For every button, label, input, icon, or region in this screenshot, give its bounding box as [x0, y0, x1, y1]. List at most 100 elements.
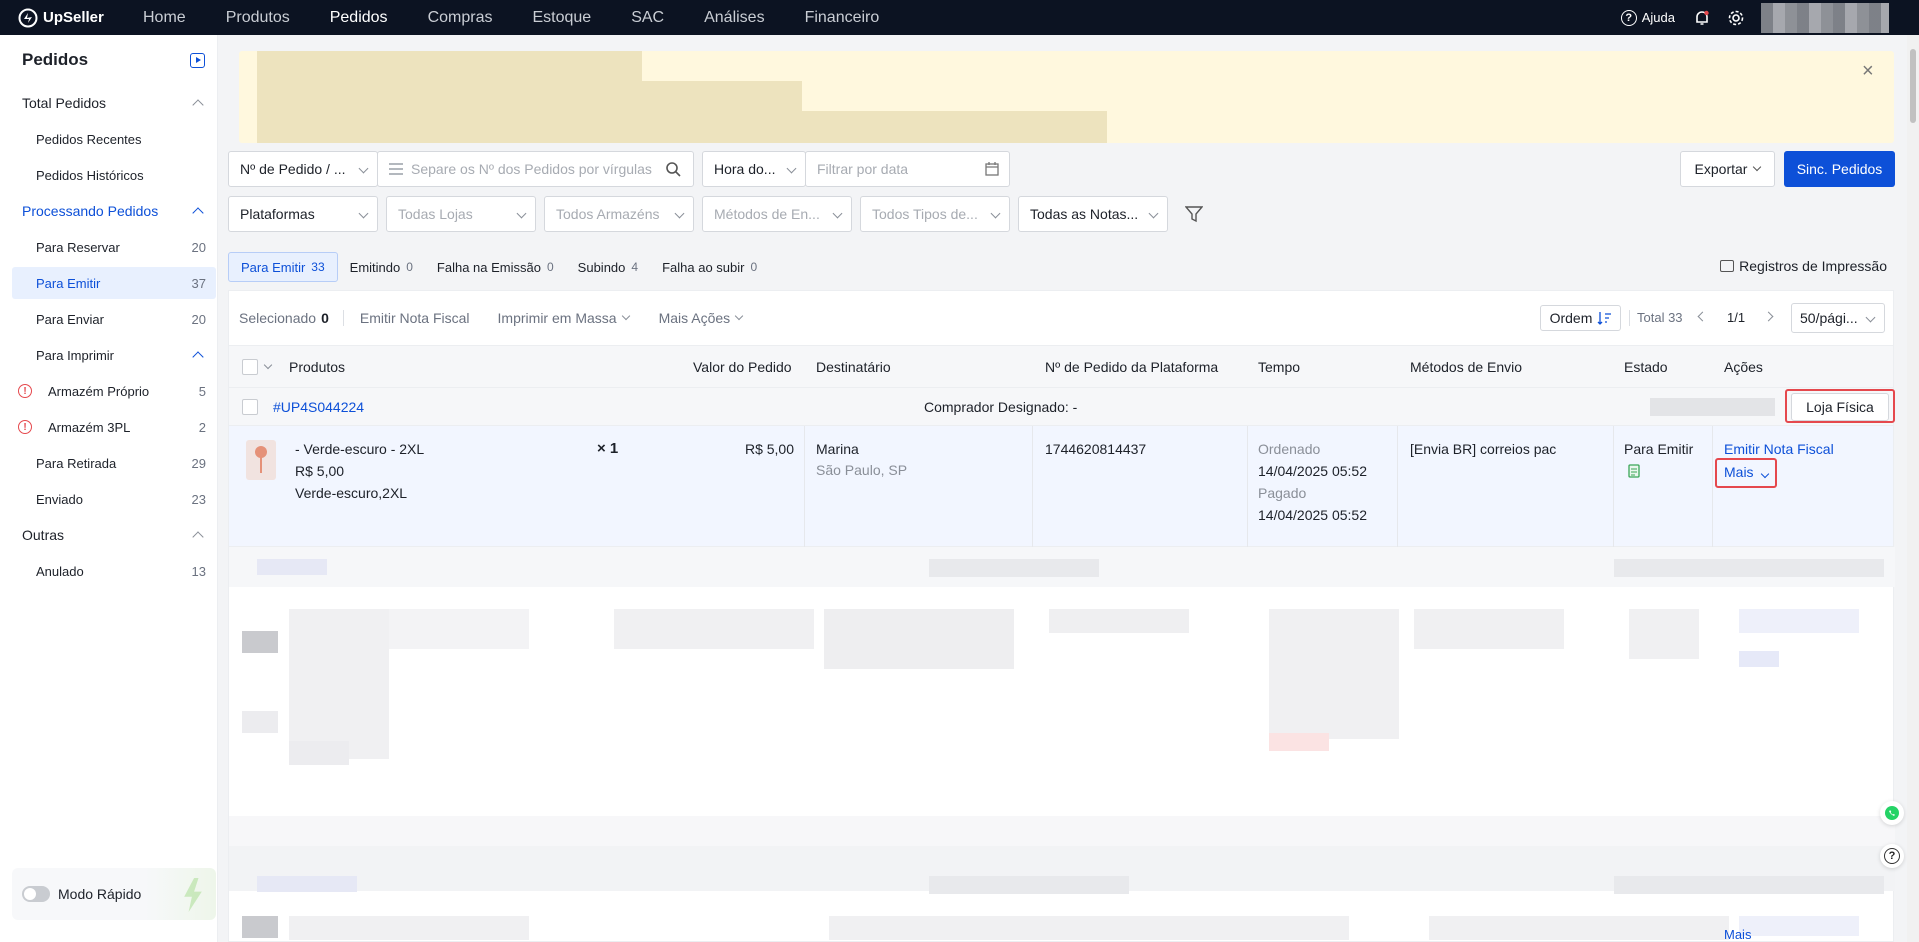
page-size-select[interactable]: 50/pági... — [1791, 303, 1885, 333]
quick-mode-toggle[interactable] — [22, 886, 50, 902]
nav-pedidos[interactable]: Pedidos — [330, 9, 388, 27]
chevron-down-icon — [990, 208, 1001, 219]
print-log-label: Registros de Impressão — [1739, 258, 1887, 274]
stores-select[interactable]: Todas Lojas — [386, 196, 536, 232]
whatsapp-icon[interactable] — [1880, 801, 1904, 825]
nav-home[interactable]: Home — [143, 9, 186, 27]
chevron-down-icon — [734, 311, 744, 321]
help-float-icon[interactable]: ? — [1880, 844, 1904, 868]
nav-analises[interactable]: Análises — [704, 9, 764, 27]
brand[interactable]: UpSeller — [18, 8, 126, 28]
select-value: Todas Lojas — [398, 206, 473, 222]
more-actions-button[interactable]: Mais Ações — [659, 310, 731, 326]
product-thumbnail[interactable] — [246, 440, 276, 480]
filter-icon[interactable] — [1185, 205, 1203, 223]
sidebar-group-outras[interactable]: Outras — [0, 519, 216, 551]
col-tempo: Tempo — [1258, 359, 1301, 375]
sidebar-item-para-retirada[interactable]: Para Retirada 29 — [0, 447, 216, 479]
col-acoes: Ações — [1724, 359, 1763, 375]
print-log-link[interactable]: Registros de Impressão — [1720, 258, 1887, 274]
sidebar-item-count: 20 — [191, 311, 206, 327]
sidebar-item-label: Para Reservar — [36, 239, 120, 255]
order-label: Ordem — [1549, 310, 1593, 326]
sidebar-item-count: 2 — [198, 419, 206, 435]
more-actions-link-2[interactable]: Mais — [1724, 927, 1751, 942]
prev-page-icon[interactable] — [1697, 311, 1708, 322]
question-icon: ? — [1884, 848, 1900, 864]
tab-count: 4 — [631, 260, 639, 274]
order-sort-button[interactable]: Ordem — [1540, 305, 1621, 331]
issue-invoice-button[interactable]: Emitir Nota Fiscal — [360, 310, 470, 326]
sidebar-item-para-reservar[interactable]: Para Reservar 20 — [0, 231, 216, 263]
order-status: Para Emitir — [1624, 441, 1694, 457]
sidebar-group-processing[interactable]: Processando Pedidos — [0, 195, 216, 227]
sync-orders-button[interactable]: Sinc. Pedidos — [1784, 151, 1895, 187]
issue-invoice-link[interactable]: Emitir Nota Fiscal — [1724, 439, 1834, 459]
question-icon: ? — [1620, 9, 1637, 26]
bulk-print-button[interactable]: Imprimir em Massa — [498, 310, 617, 326]
tab-falha-emissao[interactable]: Falha na Emissão 0 — [425, 252, 566, 282]
sidebar-group-total[interactable]: Total Pedidos — [0, 87, 216, 119]
sidebar-item-recent[interactable]: Pedidos Recentes — [0, 123, 216, 155]
date-filter-input[interactable]: Filtrar por data — [805, 151, 1010, 187]
upseller-logo-icon — [18, 8, 38, 27]
document-icon[interactable] — [1628, 464, 1640, 478]
sidebar-item-para-emitir[interactable]: Para Emitir 37 — [12, 267, 216, 299]
col-valor: Valor do Pedido — [693, 359, 792, 375]
order-value: R$ 5,00 — [744, 441, 794, 457]
tab-label: Subindo — [577, 259, 626, 275]
platforms-select[interactable]: Plataformas — [228, 196, 378, 232]
sidebar-item-armazem-3pl[interactable]: ! Armazém 3PL 2 — [0, 411, 216, 443]
col-produtos: Produtos — [289, 359, 346, 375]
bell-icon[interactable] — [1693, 9, 1711, 27]
notes-select[interactable]: Todas as Notas... — [1018, 196, 1168, 232]
table-toolbar: Selecionado 0 Emitir Nota Fiscal Imprimi… — [229, 291, 1893, 346]
types-select[interactable]: Todos Tipos de... — [860, 196, 1010, 232]
close-icon[interactable]: × — [1862, 61, 1878, 81]
sidebar-item-enviado[interactable]: Enviado 23 — [0, 483, 216, 515]
recipient-name: Marina — [816, 441, 859, 457]
sidebar-item-history[interactable]: Pedidos Históricos — [0, 159, 216, 191]
time-type-select[interactable]: Hora do... — [702, 151, 806, 187]
tab-para-emitir[interactable]: Para Emitir 33 — [228, 252, 338, 282]
more-highlight — [1715, 458, 1777, 488]
tab-subindo[interactable]: Subindo 4 — [566, 252, 650, 282]
sidebar-item-para-imprimir[interactable]: Para Imprimir — [0, 339, 216, 371]
sidebar-item-label: Pedidos Recentes — [36, 131, 142, 147]
page-scrollbar[interactable] — [1907, 35, 1919, 942]
select-all-checkbox[interactable] — [242, 347, 273, 387]
collapse-sidebar-icon[interactable] — [190, 53, 205, 68]
user-menu[interactable] — [1761, 2, 1889, 33]
col-metodos-envio: Métodos de Envio — [1410, 359, 1523, 375]
order-id-link[interactable]: #UP4S044224 — [273, 397, 364, 417]
help-button[interactable]: ? Ajuda — [1620, 9, 1675, 26]
export-button[interactable]: Exportar — [1680, 151, 1775, 187]
warehouses-select[interactable]: Todos Armazéns — [544, 196, 694, 232]
nav-compras[interactable]: Compras — [428, 9, 493, 27]
nav-sac[interactable]: SAC — [631, 9, 664, 27]
order-search-input[interactable]: Separe os Nº dos Pedidos por vírgulas — [377, 151, 694, 187]
sidebar-item-armazem-proprio[interactable]: ! Armazém Próprio 5 — [0, 375, 216, 407]
chevron-down-icon — [516, 208, 527, 219]
next-page-icon[interactable] — [1763, 311, 1774, 322]
sidebar-item-anulado[interactable]: Anulado 13 — [0, 555, 216, 587]
selected-label: Selecionado — [239, 310, 317, 326]
ordered-time: 14/04/2025 05:52 — [1258, 463, 1367, 479]
search-icon[interactable] — [666, 162, 681, 177]
tab-emitindo[interactable]: Emitindo 0 — [338, 252, 425, 282]
nav-estoque[interactable]: Estoque — [532, 9, 591, 27]
select-value: Métodos de En... — [714, 206, 820, 222]
col-estado: Estado — [1624, 359, 1668, 375]
sidebar-item-label: Para Imprimir — [36, 347, 115, 363]
tab-falha-subir[interactable]: Falha ao subir 0 — [650, 252, 769, 282]
nav-produtos[interactable]: Produtos — [226, 9, 290, 27]
select-value: Plataformas — [240, 206, 315, 222]
nav-financeiro[interactable]: Financeiro — [805, 9, 880, 27]
shipping-methods-select[interactable]: Métodos de En... — [702, 196, 852, 232]
tab-count: 33 — [311, 260, 325, 274]
order-number-type-select[interactable]: Nº de Pedido / ... — [228, 151, 378, 187]
gear-icon[interactable] — [1727, 9, 1745, 27]
brand-name: UpSeller — [43, 9, 104, 26]
order-checkbox[interactable] — [242, 399, 258, 415]
sidebar-item-para-enviar[interactable]: Para Enviar 20 — [0, 303, 216, 335]
